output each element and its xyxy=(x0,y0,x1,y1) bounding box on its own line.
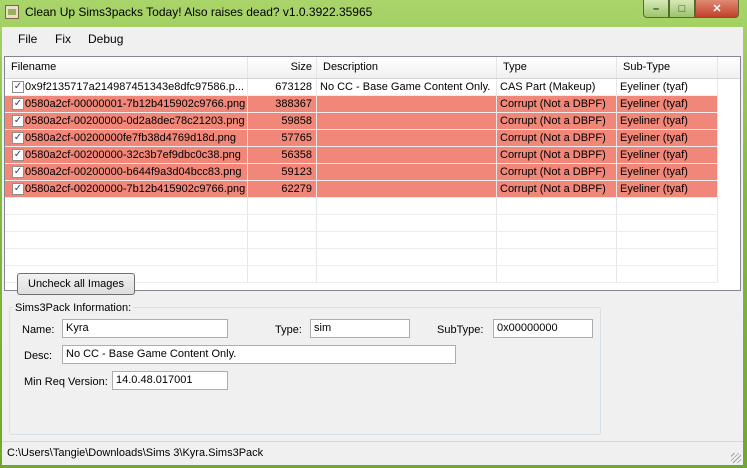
title-bar[interactable]: Clean Up Sims3packs Today! Also raises d… xyxy=(0,0,747,26)
min-req-version-field[interactable]: 14.0.48.017001 xyxy=(112,371,228,390)
cell-type: CAS Part (Makeup) xyxy=(497,79,617,96)
row-checkbox[interactable]: ✓ xyxy=(12,98,24,110)
uncheck-all-images-button[interactable]: Uncheck all Images xyxy=(17,273,135,295)
column-subtype[interactable]: Sub-Type xyxy=(617,57,718,78)
empty-row xyxy=(5,215,740,232)
type-field[interactable]: sim xyxy=(310,319,410,338)
table-row[interactable]: ✓ 0580a2cf-00200000fe7fb38d4769d18d.png 5… xyxy=(5,130,740,147)
cell-subtype: Eyeliner (tyaf) xyxy=(617,96,718,113)
column-type[interactable]: Type xyxy=(497,57,617,78)
name-label: Name: xyxy=(22,324,55,336)
subtype-label: SubType: xyxy=(437,324,484,336)
cell-size: 62279 xyxy=(248,181,317,198)
cell-subtype: Eyeliner (tyaf) xyxy=(617,181,718,198)
table-row[interactable]: ✓ 0580a2cf-00000001-7b12b415902c9766.png … xyxy=(5,96,740,113)
table-row[interactable]: ✓ 0580a2cf-00200000-32c3b7ef9dbc0c38.png … xyxy=(5,147,740,164)
name-field[interactable]: Kyra xyxy=(62,319,228,338)
table-row[interactable]: ✓ 0x9f2135717a214987451343e8dfc97586.p...… xyxy=(5,79,740,96)
minimize-button[interactable]: – xyxy=(643,0,669,18)
cell-subtype: Eyeliner (tyaf) xyxy=(617,79,718,96)
min-req-version-label: Min Req Version: xyxy=(24,376,108,388)
cell-description xyxy=(317,181,497,198)
column-description[interactable]: Description xyxy=(317,57,497,78)
empty-row xyxy=(5,198,740,215)
grid-header: Filename Size Description Type Sub-Type xyxy=(5,57,740,79)
cell-type: Corrupt (Not a DBPF) xyxy=(497,96,617,113)
empty-row xyxy=(5,249,740,266)
menu-bar: File Fix Debug xyxy=(2,27,743,51)
column-filename[interactable]: Filename xyxy=(5,57,248,78)
row-checkbox[interactable]: ✓ xyxy=(12,149,24,161)
desc-label: Desc: xyxy=(24,350,53,362)
cell-filename: 0580a2cf-00200000fe7fb38d4769d18d.png xyxy=(25,132,237,144)
cell-subtype: Eyeliner (tyaf) xyxy=(617,130,718,147)
row-checkbox[interactable]: ✓ xyxy=(12,81,24,93)
desc-field[interactable]: No CC - Base Game Content Only. xyxy=(62,345,456,364)
cell-description xyxy=(317,130,497,147)
app-icon[interactable] xyxy=(5,5,19,19)
cell-filename: 0580a2cf-00200000-32c3b7ef9dbc0c38.png xyxy=(25,149,241,161)
row-checkbox[interactable]: ✓ xyxy=(12,183,24,195)
cell-description: No CC - Base Game Content Only. xyxy=(317,79,497,96)
menu-file[interactable]: File xyxy=(18,32,37,46)
app-window: Clean Up Sims3packs Today! Also raises d… xyxy=(0,0,747,468)
cell-filename: 0580a2cf-00200000-7b12b415902c9766.png xyxy=(25,183,246,195)
subtype-field[interactable]: 0x00000000 xyxy=(493,319,593,338)
cell-description xyxy=(317,164,497,181)
menu-fix[interactable]: Fix xyxy=(55,32,71,46)
table-row[interactable]: ✓ 0580a2cf-00200000-7b12b415902c9766.png … xyxy=(5,181,740,198)
cell-filename: 0580a2cf-00200000-0d2a8dec78c21203.png xyxy=(25,115,245,127)
cell-subtype: Eyeliner (tyaf) xyxy=(617,164,718,181)
cell-filename: 0580a2cf-00200000-b644f9a3d04bcc83.png xyxy=(25,166,242,178)
cell-size: 59858 xyxy=(248,113,317,130)
resize-grip-icon[interactable] xyxy=(731,453,741,463)
cell-type: Corrupt (Not a DBPF) xyxy=(497,130,617,147)
window-title: Clean Up Sims3packs Today! Also raises d… xyxy=(25,5,373,19)
status-bar: C:\Users\Tangie\Downloads\Sims 3\Kyra.Si… xyxy=(2,441,743,465)
row-checkbox[interactable]: ✓ xyxy=(12,115,24,127)
cell-size: 56358 xyxy=(248,147,317,164)
empty-row xyxy=(5,232,740,249)
cell-size: 388367 xyxy=(248,96,317,113)
type-label: Type: xyxy=(275,324,302,336)
file-grid[interactable]: Filename Size Description Type Sub-Type … xyxy=(4,56,741,291)
cell-size: 59123 xyxy=(248,164,317,181)
row-checkbox[interactable]: ✓ xyxy=(12,166,24,178)
cell-type: Corrupt (Not a DBPF) xyxy=(497,113,617,130)
cell-filename: 0x9f2135717a214987451343e8dfc97586.p... xyxy=(25,81,244,93)
cell-type: Corrupt (Not a DBPF) xyxy=(497,164,617,181)
cell-size: 57765 xyxy=(248,130,317,147)
table-row[interactable]: ✓ 0580a2cf-00200000-0d2a8dec78c21203.png … xyxy=(5,113,740,130)
cell-type: Corrupt (Not a DBPF) xyxy=(497,147,617,164)
table-row[interactable]: ✓ 0580a2cf-00200000-b644f9a3d04bcc83.png … xyxy=(5,164,740,181)
cell-subtype: Eyeliner (tyaf) xyxy=(617,147,718,164)
client-area: File Fix Debug Filename Size Description… xyxy=(2,27,743,465)
cell-filename: 0580a2cf-00000001-7b12b415902c9766.png xyxy=(25,98,246,110)
menu-debug[interactable]: Debug xyxy=(88,32,123,46)
cell-subtype: Eyeliner (tyaf) xyxy=(617,113,718,130)
column-size[interactable]: Size xyxy=(248,57,317,78)
status-path: C:\Users\Tangie\Downloads\Sims 3\Kyra.Si… xyxy=(7,447,264,459)
group-title: Sims3Pack Information: xyxy=(13,302,134,314)
cell-description xyxy=(317,96,497,113)
maximize-button[interactable]: □ xyxy=(669,0,695,18)
row-checkbox[interactable]: ✓ xyxy=(12,132,24,144)
cell-description xyxy=(317,113,497,130)
cell-description xyxy=(317,147,497,164)
cell-type: Corrupt (Not a DBPF) xyxy=(497,181,617,198)
cell-size: 673128 xyxy=(248,79,317,96)
close-button[interactable]: ✕ xyxy=(695,0,739,18)
